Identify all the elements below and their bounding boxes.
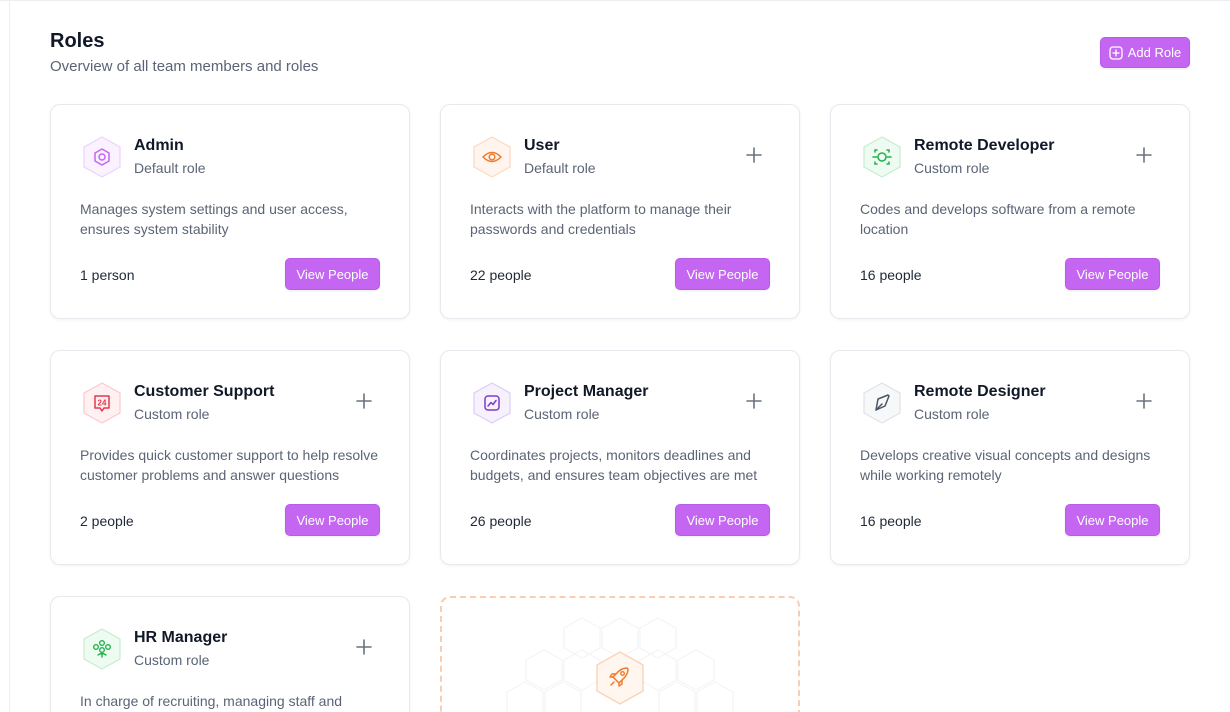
eye-icon [471, 135, 513, 179]
people-count: 16 people [860, 267, 922, 283]
team-network-icon [81, 627, 123, 671]
role-name: User [524, 137, 560, 154]
role-description: Codes and develops software from a remot… [860, 201, 1136, 237]
role-type: Custom role [524, 406, 600, 422]
settings-hex-icon [81, 135, 123, 179]
role-card-admin: Admin Default role Manages system settin… [50, 104, 410, 319]
developer-icon [861, 135, 903, 179]
role-type: Custom role [914, 406, 990, 422]
role-name: Admin [134, 137, 184, 154]
role-type: Default role [134, 160, 206, 176]
role-name: HR Manager [134, 629, 228, 646]
plus-circle-icon [1109, 45, 1123, 60]
create-role-card[interactable] [440, 596, 800, 712]
role-description: Provides quick customer support to help … [80, 447, 379, 483]
sidebar-divider [9, 0, 10, 712]
role-description: Manages system settings and user access,… [80, 201, 348, 237]
role-type: Custom role [914, 160, 990, 176]
view-people-button[interactable]: View People [1065, 258, 1160, 290]
people-count: 2 people [80, 513, 134, 529]
rocket-icon [594, 650, 646, 706]
role-type: Default role [524, 160, 596, 176]
people-count: 16 people [860, 513, 922, 529]
view-people-button[interactable]: View People [1065, 504, 1160, 536]
svg-text:24: 24 [98, 399, 107, 408]
role-description: In charge of recruiting, managing staff … [80, 693, 343, 709]
page-title: Roles [50, 30, 105, 52]
role-description: Coordinates projects, monitors deadlines… [470, 447, 758, 483]
people-count: 1 person [80, 267, 135, 283]
role-card-remote-designer: Remote Designer Custom role Develops cre… [830, 350, 1190, 565]
add-member-plus-icon[interactable] [744, 391, 764, 411]
role-card-project-manager: Project Manager Custom role Coordinates … [440, 350, 800, 565]
role-description: Interacts with the platform to manage th… [470, 201, 732, 237]
role-name: Project Manager [524, 383, 649, 400]
add-role-button[interactable]: Add Role [1100, 37, 1190, 68]
add-member-plus-icon[interactable] [354, 637, 374, 657]
role-name: Remote Developer [914, 137, 1055, 154]
add-member-plus-icon[interactable] [1134, 145, 1154, 165]
people-count: 22 people [470, 267, 532, 283]
page-subtitle: Overview of all team members and roles [50, 58, 319, 75]
role-type: Custom role [134, 652, 210, 668]
role-type: Custom role [134, 406, 210, 422]
people-count: 26 people [470, 513, 532, 529]
add-member-plus-icon[interactable] [354, 391, 374, 411]
view-people-button[interactable]: View People [675, 504, 770, 536]
add-member-plus-icon[interactable] [744, 145, 764, 165]
view-people-button[interactable]: View People [285, 258, 380, 290]
role-name: Remote Designer [914, 383, 1046, 400]
top-divider [0, 0, 1230, 1]
add-member-plus-icon[interactable] [1134, 391, 1154, 411]
role-card-user: User Default role Interacts with the pla… [440, 104, 800, 319]
support-24-icon: 24 [81, 381, 123, 425]
add-role-label: Add Role [1127, 45, 1182, 60]
role-card-customer-support: 24 Customer Support Custom role Provides… [50, 350, 410, 565]
role-name: Customer Support [134, 383, 275, 400]
role-card-remote-developer: Remote Developer Custom role Codes and d… [830, 104, 1190, 319]
trend-chart-icon [471, 381, 513, 425]
role-description: Develops creative visual concepts and de… [860, 447, 1151, 483]
view-people-button[interactable]: View People [285, 504, 380, 536]
view-people-button[interactable]: View People [675, 258, 770, 290]
pen-tool-icon [861, 381, 903, 425]
role-card-hr-manager: HR Manager Custom role In charge of recr… [50, 596, 410, 712]
